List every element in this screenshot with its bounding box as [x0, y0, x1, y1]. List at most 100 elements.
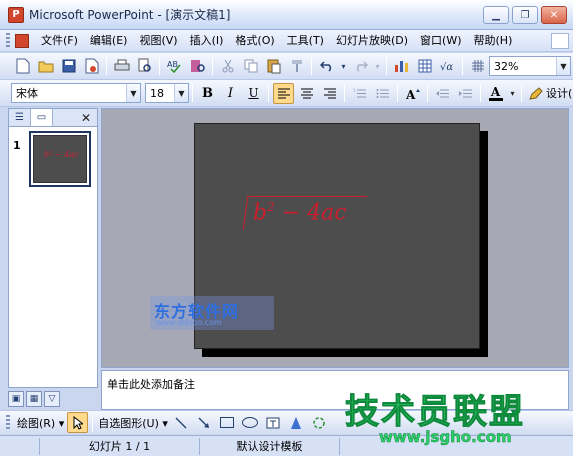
- align-center-icon[interactable]: [296, 83, 317, 104]
- font-color-dropdown-icon[interactable]: ▾: [508, 83, 517, 104]
- chevron-down-icon[interactable]: ▼: [126, 84, 140, 102]
- slide-thumbnail[interactable]: b² − 4ac: [29, 131, 91, 187]
- menu-insert[interactable]: 插入(I): [184, 31, 230, 51]
- font-color-letter: A: [490, 84, 501, 99]
- italic-button[interactable]: I: [220, 83, 241, 104]
- thumbnail-formula: b² − 4ac: [44, 150, 79, 159]
- oval-glyph: [242, 417, 259, 428]
- decrease-indent-icon[interactable]: [432, 83, 453, 104]
- toolbar-separator: [427, 84, 428, 102]
- menu-file[interactable]: 文件(F): [35, 31, 84, 51]
- line-tool-icon[interactable]: [171, 412, 192, 433]
- font-color-swatch: [488, 97, 503, 101]
- copy-icon[interactable]: [240, 56, 261, 77]
- toolbar-separator: [268, 84, 269, 102]
- bullets-icon[interactable]: [372, 83, 393, 104]
- font-color-button[interactable]: A: [485, 83, 506, 104]
- align-right-icon[interactable]: [319, 83, 340, 104]
- slide-thumbnail-preview: b² − 4ac: [33, 135, 87, 183]
- paste-icon[interactable]: [263, 56, 284, 77]
- status-spacer: [0, 437, 40, 455]
- oval-tool-icon[interactable]: [240, 412, 261, 433]
- show-grid-icon[interactable]: [467, 56, 488, 77]
- insert-equation-icon[interactable]: √α: [437, 56, 458, 77]
- menu-window[interactable]: 窗口(W): [414, 31, 467, 51]
- menu-tools[interactable]: 工具(T): [281, 31, 330, 51]
- redo-icon[interactable]: [350, 56, 371, 77]
- arrow-tool-icon[interactable]: [194, 412, 215, 433]
- insert-chart-icon[interactable]: [391, 56, 412, 77]
- draw-menu-button[interactable]: 绘图(R) ▾: [15, 415, 66, 431]
- tab-slides[interactable]: ▭: [31, 109, 53, 126]
- toolbar-grip-handle[interactable]: [6, 414, 10, 431]
- open-folder-icon[interactable]: [35, 56, 56, 77]
- slideshow-view-icon[interactable]: ▽: [44, 391, 60, 407]
- toolbar-separator: [311, 57, 312, 75]
- watermark-logo: 东方软件网 www.ddooo.com: [150, 296, 274, 330]
- notes-placeholder: 单击此处添加备注: [107, 378, 195, 391]
- slides-pane: ☰ ▭ ✕ 1 b² − 4ac: [8, 108, 98, 388]
- menu-help[interactable]: 帮助(H): [468, 31, 519, 51]
- insert-table-icon[interactable]: [414, 56, 435, 77]
- wordart-icon[interactable]: [286, 412, 307, 433]
- autoshapes-menu-button[interactable]: 自选图形(U) ▾: [96, 415, 170, 431]
- svg-text:AB: AB: [167, 60, 178, 69]
- permission-icon[interactable]: [81, 56, 102, 77]
- help-search-box[interactable]: [551, 32, 569, 49]
- print-preview-icon[interactable]: [134, 56, 155, 77]
- undo-dropdown-icon[interactable]: ▾: [339, 56, 348, 77]
- rectangle-tool-icon[interactable]: [217, 412, 238, 433]
- increase-font-size-icon[interactable]: A: [402, 83, 423, 104]
- zoom-select[interactable]: 32% ▼: [489, 56, 571, 76]
- cut-icon[interactable]: [217, 56, 238, 77]
- menu-bar: 文件(F) 编辑(E) 视图(V) 插入(I) 格式(O) 工具(T) 幻灯片放…: [0, 30, 573, 52]
- title-bar: P Microsoft PowerPoint - [演示文稿1] ▁ ❐ ✕: [0, 0, 573, 30]
- powerpoint-app-icon[interactable]: P: [8, 6, 24, 23]
- numbering-icon[interactable]: 1: [349, 83, 370, 104]
- toolbar-separator: [344, 84, 345, 102]
- close-pane-icon[interactable]: ✕: [81, 111, 91, 125]
- increase-indent-icon[interactable]: [455, 83, 476, 104]
- document-icon[interactable]: [15, 33, 29, 48]
- new-file-icon[interactable]: [12, 56, 33, 77]
- equation-object[interactable]: b2 − 4ac: [242, 196, 368, 230]
- chevron-down-icon[interactable]: ▼: [556, 57, 570, 75]
- print-icon[interactable]: [111, 56, 132, 77]
- toolbar-separator: [480, 84, 481, 102]
- restore-button[interactable]: ❐: [512, 6, 538, 24]
- underline-button[interactable]: U: [243, 83, 264, 104]
- close-button[interactable]: ✕: [541, 6, 567, 24]
- toolbar-separator: [192, 84, 193, 102]
- textbox-tool-icon[interactable]: [263, 412, 284, 433]
- format-painter-icon[interactable]: [286, 56, 307, 77]
- brand-name: 技术员联盟: [345, 392, 525, 433]
- undo-icon[interactable]: [316, 56, 337, 77]
- menu-slideshow[interactable]: 幻灯片放映(D): [330, 31, 414, 51]
- menu-format[interactable]: 格式(O): [229, 31, 280, 51]
- menu-edit[interactable]: 编辑(E): [84, 31, 134, 51]
- redo-dropdown-icon[interactable]: ▾: [373, 56, 382, 77]
- slide-sorter-view-icon[interactable]: ▦: [26, 391, 42, 407]
- menu-view[interactable]: 视图(V): [133, 31, 183, 51]
- toolbar-separator: [159, 57, 160, 75]
- minimize-button[interactable]: ▁: [483, 6, 509, 24]
- normal-view-icon[interactable]: ▣: [8, 391, 24, 407]
- tab-outline[interactable]: ☰: [9, 109, 31, 126]
- save-icon[interactable]: [58, 56, 79, 77]
- font-size-select[interactable]: 18 ▼: [145, 83, 189, 103]
- align-left-icon[interactable]: [273, 82, 294, 104]
- bold-button[interactable]: B: [197, 83, 218, 104]
- svg-text:1: 1: [353, 88, 356, 93]
- diagram-icon[interactable]: [309, 412, 330, 433]
- menu-grip-handle[interactable]: [6, 32, 10, 49]
- research-icon[interactable]: [187, 56, 208, 77]
- toolbar-separator: [92, 413, 94, 432]
- design-button[interactable]: 设计(S): [525, 85, 573, 101]
- svg-text:A: A: [406, 88, 416, 100]
- toolbar-separator: [397, 84, 398, 102]
- toolbar-separator: [462, 57, 463, 75]
- chevron-down-icon[interactable]: ▼: [174, 84, 188, 102]
- font-name-select[interactable]: 宋体 ▼: [11, 83, 141, 103]
- select-pointer-icon[interactable]: [67, 412, 89, 433]
- spelling-icon[interactable]: AB: [164, 56, 185, 77]
